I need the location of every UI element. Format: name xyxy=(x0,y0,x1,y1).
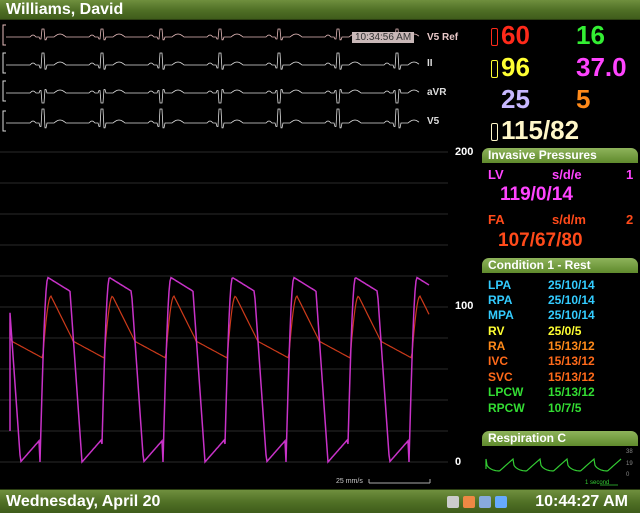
respiration-header: Respiration C xyxy=(482,431,638,446)
current-time: 10:44:27 AM xyxy=(535,493,628,510)
condition-row: IVC 15/13/12 xyxy=(488,354,638,368)
lv-value: 119/0/14 xyxy=(500,184,573,205)
current-date: Wednesday, April 20 xyxy=(6,493,161,510)
condition-value: 15/13/12 xyxy=(548,339,595,353)
spo2-icon xyxy=(491,60,498,78)
pressure-waveform xyxy=(0,151,448,484)
condition-value: 25/10/14 xyxy=(548,278,595,292)
respiration-waveform xyxy=(485,457,622,486)
system-tray xyxy=(447,496,507,508)
condition-name: RV xyxy=(488,324,505,338)
status-bar: Wednesday, April 20 10:44:27 AM xyxy=(0,489,640,513)
vital-spo2: 96 xyxy=(501,52,530,82)
condition-name: IVC xyxy=(488,354,509,368)
condition-value: 25/10/14 xyxy=(548,308,595,322)
sweep-speed: 25 mm/s xyxy=(336,478,363,485)
patient-name: Williams, David xyxy=(6,1,124,18)
condition-row: SVC 15/13/12 xyxy=(488,370,638,384)
fa-index: 2 xyxy=(626,212,634,227)
condition-value: 15/13/12 xyxy=(548,354,595,368)
condition-row: MPA 25/10/14 xyxy=(488,308,638,322)
ecg-trace-3 xyxy=(6,108,420,129)
invasive-pressures-header: Invasive Pressures xyxy=(482,148,638,163)
condition-value: 25/10/14 xyxy=(548,293,595,307)
ecg-trace-1 xyxy=(6,52,420,70)
resp-time-label: 1 second xyxy=(585,480,610,486)
condition-value: 10/7/5 xyxy=(548,401,582,415)
vital-etco2: 25 xyxy=(501,84,530,114)
condition-name: RPCW xyxy=(488,401,525,415)
lead-label-ii: II xyxy=(427,58,433,69)
ecg-trace-2 xyxy=(6,89,420,104)
resp-scale-min: 0 xyxy=(626,472,630,478)
heart-rate-icon xyxy=(491,28,498,46)
condition-row: LPCW 15/13/12 xyxy=(488,385,638,399)
scale-min: 0 xyxy=(455,456,462,468)
scale-max: 200 xyxy=(455,146,474,158)
printer-icon[interactable] xyxy=(447,496,459,508)
condition-value: 15/13/12 xyxy=(548,385,595,399)
condition-row: LPA 25/10/14 xyxy=(488,278,638,292)
condition-name: LPA xyxy=(488,278,512,292)
condition-name: RA xyxy=(488,339,506,353)
fa-mode: s/d/m xyxy=(552,212,586,227)
condition-value: 25/0/5 xyxy=(548,324,582,338)
lead-label-avr: aVR xyxy=(427,87,447,98)
vital-hr: 60 xyxy=(501,20,530,50)
condition-row: RV 25/0/5 xyxy=(488,324,638,338)
vitals-panel: 60 16 96 37.0 25 5 115/82 xyxy=(480,20,640,148)
condition-name: RPA xyxy=(488,293,513,307)
vital-resp: 16 xyxy=(576,20,605,50)
display-icon[interactable] xyxy=(495,496,507,508)
resp-scale-mid: 19 xyxy=(626,461,633,467)
lv-index: 1 xyxy=(626,167,634,182)
invasive-pressures-panel: LV s/d/e 1 119/0/14 FA s/d/m 2 107/67/80 xyxy=(482,163,638,257)
lv-mode: s/d/e xyxy=(552,167,582,182)
condition-row: RA 15/13/12 xyxy=(488,339,638,353)
condition-value: 15/13/12 xyxy=(548,370,595,384)
lv-name: LV xyxy=(488,167,504,182)
patient-header: Williams, David xyxy=(0,0,640,20)
vital-fico2: 5 xyxy=(576,84,591,114)
vital-temp: 37.0 xyxy=(576,52,627,82)
lead-label-v5: V5 xyxy=(427,116,440,127)
condition-header: Condition 1 - Rest xyxy=(482,258,638,273)
condition-name: LPCW xyxy=(488,385,524,399)
users-icon[interactable] xyxy=(463,496,475,508)
fa-value: 107/67/80 xyxy=(498,230,583,251)
condition-name: MPA xyxy=(488,308,514,322)
resp-scale-top: 38 xyxy=(626,449,633,455)
lead-label-v5ref: V5 Ref xyxy=(427,32,459,43)
condition-row: RPA 25/10/14 xyxy=(488,293,638,307)
scale-mid: 100 xyxy=(455,300,474,312)
condition-name: SVC xyxy=(488,370,513,384)
condition-panel: LPA 25/10/14 RPA 25/10/14 MPA 25/10/14 RV 25… xyxy=(482,273,638,445)
nibp-icon xyxy=(491,123,498,141)
condition-row: RPCW 10/7/5 xyxy=(488,401,638,415)
fa-name: FA xyxy=(488,212,505,227)
ecg-timestamp: 10:34:56 AM xyxy=(352,32,415,43)
lv-pressure-trace xyxy=(9,276,430,464)
network-icon[interactable] xyxy=(479,496,491,508)
vital-nibp: 115/82 xyxy=(501,115,580,145)
